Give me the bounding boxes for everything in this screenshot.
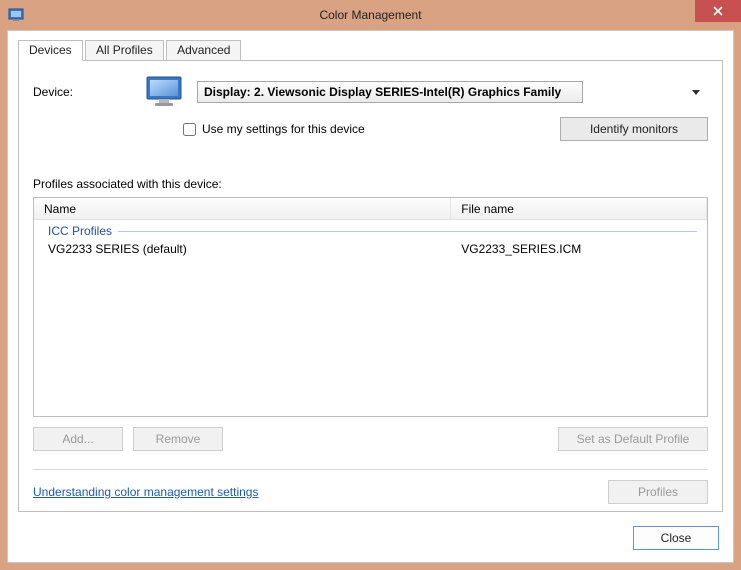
use-my-settings-label: Use my settings for this device [202, 122, 365, 136]
monitor-icon [145, 75, 185, 109]
app-icon [8, 7, 24, 23]
client-area: Devices All Profiles Advanced Device: [7, 30, 734, 563]
bottom-row: Understanding color management settings … [33, 480, 708, 504]
titlebar: Color Management [0, 0, 741, 30]
use-my-settings-checkbox[interactable]: Use my settings for this device [183, 122, 365, 136]
use-my-settings-input[interactable] [183, 123, 196, 136]
device-select[interactable]: Display: 2. Viewsonic Display SERIES-Int… [197, 81, 583, 103]
listview-group-icc: ICC Profiles [34, 220, 707, 240]
column-file[interactable]: File name [451, 198, 707, 219]
tab-advanced[interactable]: Advanced [166, 40, 241, 61]
divider [33, 469, 708, 470]
remove-button[interactable]: Remove [133, 427, 223, 451]
window-title: Color Management [0, 8, 741, 22]
profile-buttons-row: Add... Remove Set as Default Profile [33, 427, 708, 451]
device-label: Device: [33, 85, 133, 99]
identify-monitors-button[interactable]: Identify monitors [560, 117, 708, 141]
profiles-caption: Profiles associated with this device: [33, 177, 708, 191]
close-button[interactable]: Close [633, 526, 719, 550]
group-label: ICC Profiles [48, 224, 112, 238]
profiles-listview[interactable]: Name File name ICC Profiles VG2233 SERIE… [33, 197, 708, 417]
column-name[interactable]: Name [34, 198, 451, 219]
list-item[interactable]: VG2233 SERIES (default) VG2233_SERIES.IC… [34, 240, 707, 258]
color-management-window: Color Management Devices All Profiles Ad… [0, 0, 741, 570]
dialog-footer: Close [633, 526, 719, 550]
tab-all-profiles[interactable]: All Profiles [85, 40, 164, 61]
tab-devices[interactable]: Devices [18, 40, 83, 61]
tab-panel-devices: Device: Display: 2. Viewsonic Display SE… [18, 60, 723, 512]
understanding-link[interactable]: Understanding color management settings [33, 485, 258, 499]
group-divider [118, 231, 697, 232]
settings-row: Use my settings for this device Identify… [33, 117, 708, 141]
profile-name: VG2233 SERIES (default) [34, 242, 451, 256]
device-row: Device: Display: 2. Viewsonic Display SE… [33, 75, 708, 109]
profiles-button[interactable]: Profiles [608, 480, 708, 504]
listview-header: Name File name [34, 198, 707, 220]
tabs: Devices All Profiles Advanced [8, 31, 733, 61]
profile-file: VG2233_SERIES.ICM [451, 242, 707, 256]
add-button[interactable]: Add... [33, 427, 123, 451]
set-default-button[interactable]: Set as Default Profile [558, 427, 708, 451]
close-window-button[interactable] [695, 0, 741, 22]
device-select-wrap: Display: 2. Viewsonic Display SERIES-Int… [197, 81, 708, 103]
